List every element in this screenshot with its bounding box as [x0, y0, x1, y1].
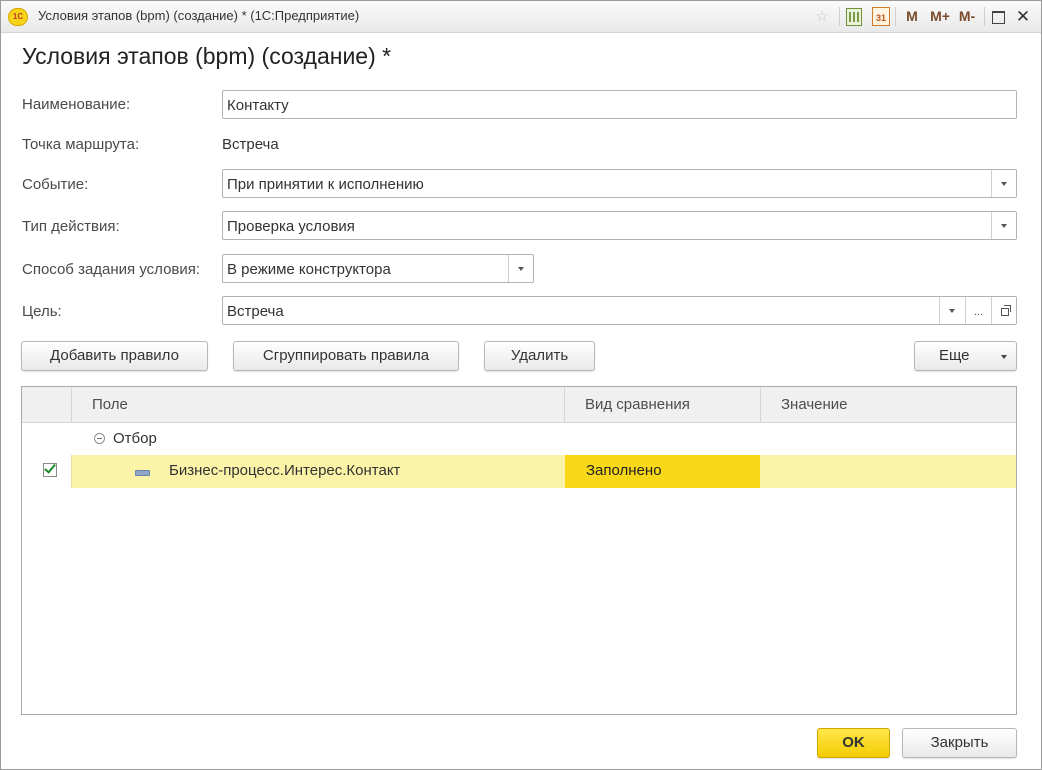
- open-icon[interactable]: [991, 297, 1017, 324]
- condition-method-value: В режиме конструктора: [227, 261, 391, 278]
- toolbar-separator: [984, 7, 985, 26]
- more-button[interactable]: Еще: [914, 341, 1017, 371]
- condition-method-label: Способ задания условия:: [22, 261, 201, 278]
- event-label: Событие:: [22, 176, 89, 193]
- form-window: 1С Условия этапов (bpm) (создание) * (1С…: [0, 0, 1042, 770]
- action-type-value: Проверка условия: [227, 218, 355, 235]
- action-type-select[interactable]: Проверка условия: [222, 211, 1017, 240]
- rules-table[interactable]: Поле Вид сравнения Значение Отбор Бизнес…: [21, 386, 1017, 715]
- app-logo-icon: 1С: [8, 8, 28, 26]
- table-header: Поле Вид сравнения Значение: [22, 387, 1016, 423]
- add-rule-button[interactable]: Добавить правило: [21, 341, 208, 371]
- row-checkbox[interactable]: [43, 463, 57, 477]
- field-item-icon: [135, 470, 150, 476]
- row-value-cell[interactable]: [760, 455, 1016, 488]
- group-rules-button[interactable]: Сгруппировать правила: [233, 341, 459, 371]
- row-comparison-value: Заполнено: [586, 462, 662, 479]
- name-label: Наименование:: [22, 96, 131, 113]
- group-label: Отбор: [113, 430, 157, 447]
- name-value: Контакту: [227, 97, 289, 114]
- memory-add-button[interactable]: M+: [927, 7, 953, 26]
- row-comparison-cell[interactable]: Заполнено: [565, 455, 760, 488]
- window-title: Условия этапов (bpm) (создание) * (1С:Пр…: [38, 8, 360, 23]
- close-icon[interactable]: ✕: [1014, 7, 1032, 26]
- condition-method-select[interactable]: В режиме конструктора: [222, 254, 534, 283]
- memory-button[interactable]: M: [903, 7, 921, 26]
- toolbar-separator: [895, 7, 896, 26]
- column-header-comparison[interactable]: Вид сравнения: [565, 387, 761, 422]
- page-title: Условия этапов (bpm) (создание) *: [22, 43, 392, 69]
- toolbar-separator: [839, 7, 840, 26]
- ok-button[interactable]: OK: [817, 728, 890, 758]
- table-row-group[interactable]: Отбор: [22, 423, 1016, 455]
- table-row[interactable]: Бизнес-процесс.Интерес.Контакт Заполнено: [22, 455, 1016, 488]
- favorite-star-icon[interactable]: ☆: [813, 7, 831, 26]
- collapse-icon[interactable]: [94, 433, 105, 444]
- event-value: При принятии к исполнению: [227, 176, 424, 193]
- target-value: Встреча: [227, 303, 284, 320]
- row-check-cell[interactable]: [22, 455, 72, 488]
- target-label: Цель:: [22, 303, 62, 320]
- route-point-label: Точка маршрута:: [22, 136, 140, 153]
- calculator-icon[interactable]: [846, 8, 862, 26]
- route-point-value: Встреча: [222, 136, 279, 153]
- chevron-down-icon[interactable]: [939, 297, 965, 324]
- select-dots-button[interactable]: ...: [965, 297, 991, 324]
- row-field-value: Бизнес-процесс.Интерес.Контакт: [169, 462, 401, 479]
- column-header-value[interactable]: Значение: [761, 387, 1016, 422]
- action-type-label: Тип действия:: [22, 218, 120, 235]
- column-header-check: [22, 387, 72, 422]
- chevron-down-icon[interactable]: [991, 212, 1017, 239]
- title-bar: 1С Условия этапов (bpm) (создание) * (1С…: [1, 1, 1041, 33]
- column-header-field[interactable]: Поле: [72, 387, 565, 422]
- target-field[interactable]: Встреча ...: [222, 296, 1017, 325]
- name-field[interactable]: Контакту: [222, 90, 1017, 119]
- more-button-label: Еще: [939, 347, 970, 364]
- maximize-icon[interactable]: [992, 11, 1005, 24]
- memory-subtract-button[interactable]: M-: [954, 7, 980, 26]
- event-select[interactable]: При принятии к исполнению: [222, 169, 1017, 198]
- chevron-down-icon: [1001, 355, 1007, 359]
- chevron-down-icon[interactable]: [508, 255, 534, 282]
- close-button[interactable]: Закрыть: [902, 728, 1017, 758]
- chevron-down-icon[interactable]: [991, 170, 1017, 197]
- calendar-icon[interactable]: 31: [872, 7, 890, 26]
- delete-button[interactable]: Удалить: [484, 341, 595, 371]
